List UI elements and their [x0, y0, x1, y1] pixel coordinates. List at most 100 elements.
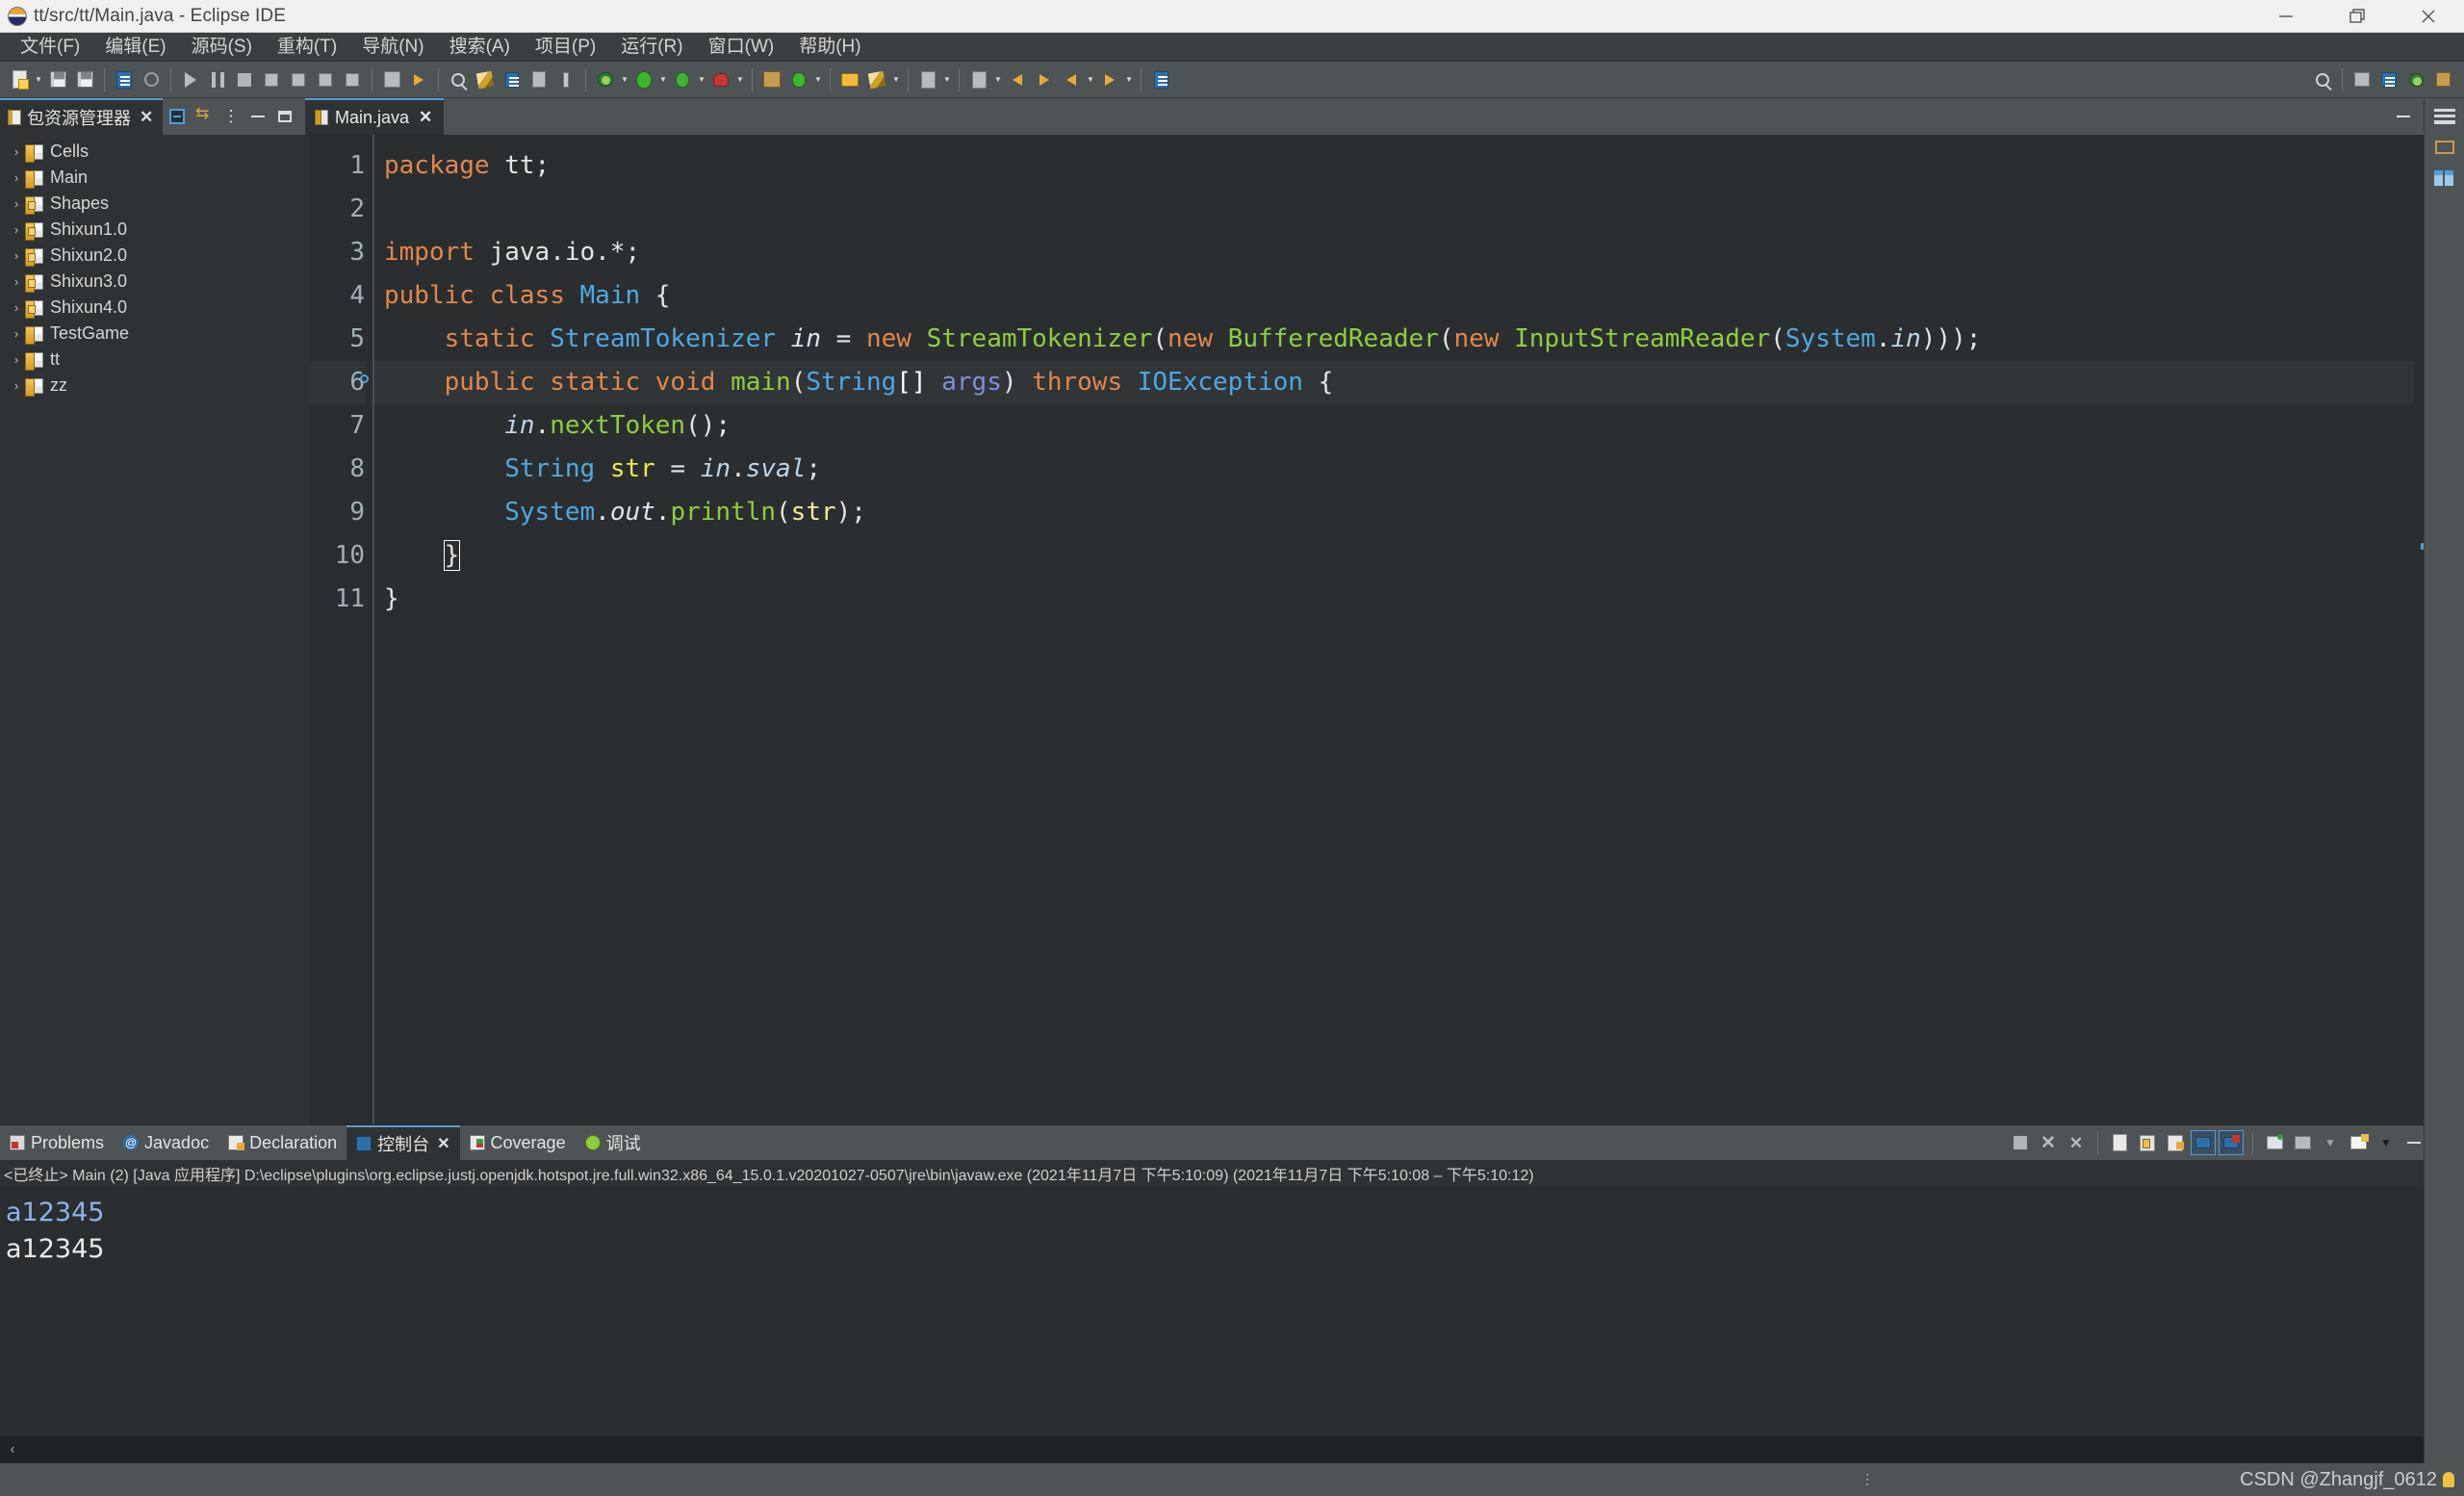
- menu-file[interactable]: 文件(F): [8, 36, 92, 58]
- search-icon[interactable]: [446, 66, 471, 93]
- tree-item-shapes[interactable]: › Shapes: [0, 191, 305, 217]
- save-all-icon[interactable]: [72, 66, 97, 93]
- scrollbar-track[interactable]: [23, 1439, 2441, 1460]
- show-console-on-output-icon[interactable]: [2191, 1130, 2216, 1155]
- view-menu-icon[interactable]: ⋮: [218, 104, 244, 129]
- drop-to-frame-icon[interactable]: [340, 66, 365, 93]
- open-declaration-icon[interactable]: [915, 66, 940, 93]
- menu-refactor[interactable]: 重构(T): [265, 36, 349, 58]
- close-button[interactable]: [2393, 0, 2464, 32]
- forward-icon[interactable]: [1032, 66, 1057, 93]
- step-return-icon[interactable]: [313, 66, 338, 93]
- debug-icon[interactable]: [593, 66, 618, 93]
- java-perspective-icon[interactable]: [2432, 168, 2457, 189]
- run-dropdown-icon[interactable]: ▼: [657, 67, 669, 92]
- maximize-icon[interactable]: [272, 104, 297, 129]
- menu-run[interactable]: 运行(R): [608, 36, 695, 58]
- tab-debug[interactable]: 调试: [576, 1125, 651, 1160]
- open-declaration-dropdown-icon[interactable]: ▼: [941, 67, 953, 92]
- chevron-right-icon[interactable]: ›: [8, 144, 25, 159]
- edit-icon[interactable]: [864, 66, 889, 93]
- word-wrap-icon[interactable]: [2163, 1130, 2188, 1155]
- tip-bulb-icon[interactable]: [2443, 1472, 2454, 1487]
- open-console-icon[interactable]: [2346, 1130, 2371, 1155]
- tab-problems[interactable]: Problems: [0, 1125, 114, 1160]
- close-icon[interactable]: ✕: [419, 108, 432, 127]
- java-perspective-icon[interactable]: [2376, 66, 2401, 93]
- menu-window[interactable]: 窗口(W): [696, 36, 787, 58]
- toggle-mark-icon[interactable]: [553, 66, 578, 93]
- coverage-icon[interactable]: [708, 66, 733, 93]
- step-into-icon[interactable]: [259, 66, 284, 93]
- menu-edit[interactable]: 编辑(E): [92, 36, 178, 58]
- new-wizard-dropdown-icon[interactable]: ▼: [33, 67, 44, 92]
- task-dropdown-icon[interactable]: ▼: [992, 67, 1004, 92]
- tree-item-shixun1[interactable]: › Shixun1.0: [0, 217, 305, 243]
- tree-item-shixun3[interactable]: › Shixun3.0: [0, 269, 305, 295]
- close-icon[interactable]: ✕: [140, 108, 153, 127]
- new-java-project-icon[interactable]: [759, 66, 784, 93]
- tree-item-shixun4[interactable]: › Shixun4.0: [0, 295, 305, 321]
- terminate-icon[interactable]: [232, 66, 257, 93]
- menu-project[interactable]: 项目(P): [523, 36, 608, 58]
- tab-declaration[interactable]: Declaration: [218, 1125, 346, 1160]
- menu-search[interactable]: 搜索(A): [437, 36, 523, 58]
- run-config-dropdown-icon[interactable]: ▼: [696, 67, 707, 92]
- debug-perspective-icon[interactable]: [2403, 66, 2428, 93]
- chevron-right-icon[interactable]: ›: [8, 248, 25, 263]
- chevron-right-icon[interactable]: ›: [8, 170, 25, 185]
- step-over-icon[interactable]: [286, 66, 311, 93]
- quick-access-search-icon[interactable]: [2310, 66, 2335, 93]
- back-icon[interactable]: [1005, 66, 1030, 93]
- tab-javadoc[interactable]: @ Javadoc: [114, 1125, 218, 1160]
- new-task-icon[interactable]: [406, 66, 431, 93]
- console-text[interactable]: a12345 a12345: [0, 1187, 2437, 1436]
- chevron-right-icon[interactable]: ›: [8, 352, 25, 367]
- tree-item-zz[interactable]: › zz: [0, 373, 305, 399]
- run-config-icon[interactable]: [670, 66, 695, 93]
- minimize-button[interactable]: [2250, 0, 2322, 32]
- show-console-on-error-icon[interactable]: [2219, 1130, 2244, 1155]
- save-icon[interactable]: [45, 66, 70, 93]
- pin-console-icon[interactable]: [2262, 1130, 2287, 1155]
- tree-item-tt[interactable]: › tt: [0, 347, 305, 373]
- tab-console[interactable]: 控制台 ✕: [346, 1125, 459, 1160]
- menu-help[interactable]: 帮助(H): [786, 36, 873, 58]
- display-console-dropdown-icon[interactable]: ▼: [2318, 1130, 2343, 1155]
- pin-editor-icon[interactable]: [1148, 66, 1173, 93]
- menu-source[interactable]: 源码(S): [179, 36, 265, 58]
- tab-coverage[interactable]: Coverage: [460, 1125, 576, 1160]
- chevron-right-icon[interactable]: ›: [8, 274, 25, 289]
- new-wizard-icon[interactable]: [7, 66, 32, 93]
- remove-launch-icon[interactable]: ✕: [2036, 1130, 2061, 1155]
- tab-package-explorer[interactable]: 包资源管理器 ✕: [0, 98, 163, 135]
- open-task-icon[interactable]: [379, 66, 404, 93]
- chevron-right-icon[interactable]: ›: [8, 326, 25, 341]
- java-browsing-perspective-icon[interactable]: [2430, 66, 2455, 93]
- chevron-right-icon[interactable]: ›: [8, 378, 25, 393]
- chevron-right-icon[interactable]: ›: [8, 196, 25, 211]
- chevron-right-icon[interactable]: ›: [8, 300, 25, 315]
- run-icon[interactable]: [631, 66, 656, 93]
- previous-edit-dropdown-icon[interactable]: ▼: [1085, 67, 1096, 92]
- link-with-editor-icon[interactable]: [192, 104, 217, 129]
- tree-item-cells[interactable]: › Cells: [0, 139, 305, 165]
- new-package-icon[interactable]: [786, 66, 811, 93]
- tree-item-testgame[interactable]: › TestGame: [0, 321, 305, 347]
- tree-item-shixun2[interactable]: › Shixun2.0: [0, 243, 305, 269]
- clear-console-icon[interactable]: [2107, 1130, 2132, 1155]
- next-edit-icon[interactable]: [1097, 66, 1122, 93]
- coverage-dropdown-icon[interactable]: ▼: [734, 67, 746, 92]
- resume-icon[interactable]: [178, 66, 203, 93]
- next-edit-dropdown-icon[interactable]: ▼: [1123, 67, 1135, 92]
- remove-all-terminated-icon[interactable]: ✕: [2064, 1130, 2089, 1155]
- minimize-icon[interactable]: [2391, 104, 2416, 129]
- open-perspective-icon[interactable]: [2432, 137, 2457, 158]
- close-icon[interactable]: ✕: [437, 1134, 449, 1153]
- open-task-list-icon[interactable]: [966, 66, 991, 93]
- console-output-area[interactable]: a12345 a12345 ⌃ ⌄: [0, 1187, 2464, 1436]
- open-console-dropdown-icon[interactable]: ▼: [2374, 1130, 2399, 1155]
- chevron-right-icon[interactable]: ›: [8, 222, 25, 237]
- previous-annotation-icon[interactable]: [526, 66, 552, 93]
- scroll-lock-icon[interactable]: [2135, 1130, 2160, 1155]
